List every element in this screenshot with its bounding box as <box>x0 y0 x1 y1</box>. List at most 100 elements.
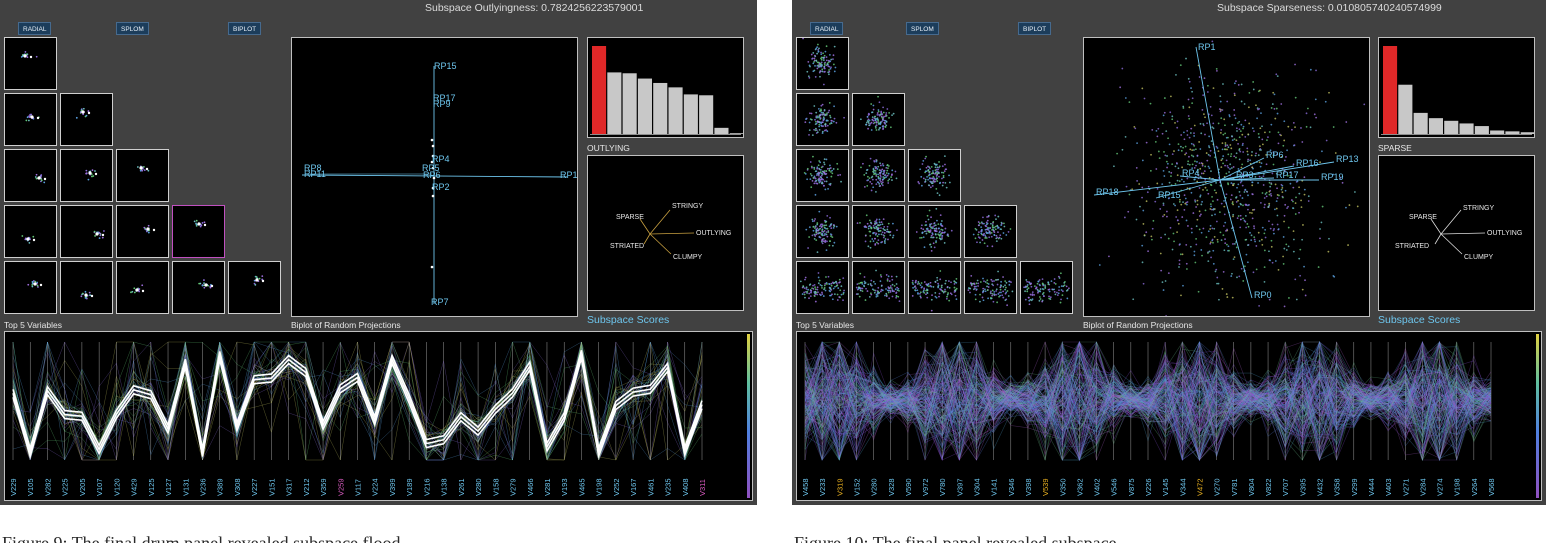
point <box>914 285 917 288</box>
point <box>925 232 928 235</box>
splom-cell[interactable] <box>908 149 961 202</box>
point <box>935 296 938 299</box>
splom-cell[interactable] <box>852 205 905 258</box>
splom-cell[interactable] <box>908 205 961 258</box>
point <box>824 233 826 235</box>
score-bar <box>622 73 637 134</box>
point <box>982 290 985 293</box>
pc-axis-label: V299 <box>1350 478 1359 496</box>
point <box>1224 142 1227 144</box>
point <box>1244 188 1247 191</box>
splom-cell[interactable] <box>852 149 905 202</box>
point <box>1220 239 1223 242</box>
point <box>1294 202 1297 205</box>
splom-cell[interactable] <box>796 205 849 258</box>
splom-cell[interactable] <box>4 93 57 146</box>
splom-cell[interactable] <box>172 205 225 258</box>
point <box>1250 154 1253 157</box>
splom-cell[interactable] <box>964 261 1017 314</box>
point <box>984 281 987 283</box>
point <box>1151 129 1154 131</box>
point <box>934 291 937 294</box>
point <box>1004 292 1007 295</box>
splom-cell[interactable] <box>4 261 57 314</box>
splom-cell[interactable] <box>60 205 113 258</box>
point <box>1135 166 1138 169</box>
point <box>1231 296 1234 299</box>
point <box>1284 189 1287 192</box>
splom-cell[interactable] <box>60 93 113 146</box>
point <box>1161 132 1164 135</box>
point <box>820 124 823 127</box>
point <box>1292 207 1294 209</box>
splom-cell[interactable] <box>60 261 113 314</box>
point <box>1261 125 1263 128</box>
point <box>1261 192 1264 194</box>
splom-cell[interactable] <box>116 205 169 258</box>
point <box>1222 83 1224 85</box>
point <box>940 286 943 289</box>
splom-cell[interactable] <box>228 261 281 314</box>
point <box>984 237 987 239</box>
tab-biplot[interactable]: BIPLOT <box>1018 22 1052 35</box>
projection-label: RP17 <box>1276 170 1299 180</box>
splom-cell[interactable] <box>796 149 849 202</box>
point <box>869 230 872 233</box>
splom-cell[interactable] <box>796 89 849 146</box>
pc-axis-label: V280 <box>474 478 483 496</box>
point <box>1276 187 1278 190</box>
point <box>1155 168 1158 170</box>
splom-cell[interactable] <box>852 261 905 314</box>
tab-biplot[interactable]: BIPLOT <box>228 22 262 35</box>
splom-cell[interactable] <box>964 205 1017 258</box>
point <box>1026 284 1029 286</box>
point <box>935 207 938 210</box>
point <box>824 70 826 73</box>
point <box>820 53 823 56</box>
splom-cell[interactable] <box>116 149 169 202</box>
splom-cell[interactable] <box>172 261 225 314</box>
point <box>955 281 958 284</box>
point <box>1178 266 1180 268</box>
splom-cell[interactable] <box>4 37 57 90</box>
point <box>1221 148 1224 151</box>
splom-cell[interactable] <box>4 149 57 202</box>
point <box>1229 168 1231 170</box>
point <box>818 172 820 175</box>
point <box>891 289 894 292</box>
point <box>1283 220 1285 223</box>
tab-radial[interactable]: RADIAL <box>18 22 52 35</box>
splom-cell[interactable] <box>1020 261 1073 314</box>
point <box>1287 226 1290 229</box>
tab-splom[interactable]: SPLOM <box>906 22 939 35</box>
splom-cell[interactable] <box>4 205 57 258</box>
splom-cell[interactable] <box>116 261 169 314</box>
point <box>820 108 822 111</box>
point <box>1143 234 1146 237</box>
splom-cell[interactable] <box>796 37 849 90</box>
splom-cell[interactable] <box>908 261 961 314</box>
point <box>808 76 811 79</box>
point <box>1209 105 1212 108</box>
pc-axis-label: V397 <box>955 478 964 496</box>
splom-cell[interactable] <box>60 149 113 202</box>
point <box>1261 138 1264 141</box>
point <box>1206 91 1209 93</box>
tab-radial[interactable]: RADIAL <box>810 22 844 35</box>
point <box>1231 202 1234 205</box>
point <box>1261 226 1264 229</box>
splom-cell[interactable] <box>852 93 905 146</box>
point <box>1201 163 1204 165</box>
point <box>884 229 887 232</box>
point <box>940 171 943 174</box>
point <box>1033 285 1036 288</box>
point <box>883 239 886 242</box>
tab-splom[interactable]: SPLOM <box>116 22 149 35</box>
point <box>994 228 997 231</box>
splom-cell[interactable] <box>796 261 849 314</box>
point <box>1127 210 1130 213</box>
point <box>1194 178 1196 181</box>
point <box>829 294 831 297</box>
pc-axis-label: V546 <box>1110 478 1119 496</box>
point <box>1038 279 1041 281</box>
